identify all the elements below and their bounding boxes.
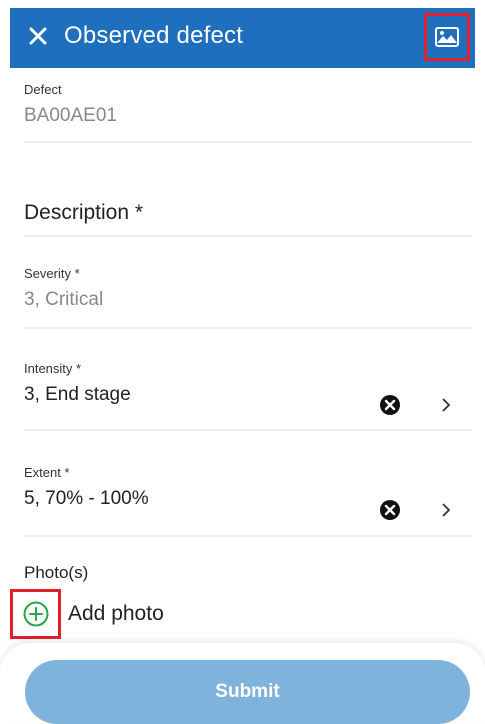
severity-value: 3, Critical (24, 289, 104, 310)
extent-label: Extent * (24, 465, 70, 480)
defect-label: Defect (24, 82, 62, 97)
severity-label: Severity * (24, 266, 80, 281)
intensity-value: 3, End stage (24, 384, 131, 405)
defect-field: Defect BA00AE01 (24, 82, 472, 127)
divider (24, 429, 472, 431)
divider (24, 327, 472, 329)
image-icon (435, 27, 459, 47)
page-title: Observed defect (64, 22, 244, 49)
divider (24, 235, 472, 237)
image-button[interactable] (424, 13, 470, 61)
app-header: Observed defect (10, 8, 475, 68)
add-circle-icon (23, 601, 48, 627)
description-field[interactable]: Description * (24, 201, 143, 225)
divider (24, 535, 472, 537)
intensity-label: Intensity * (24, 361, 82, 376)
add-photo-label[interactable]: Add photo (68, 602, 164, 626)
chevron-right-icon[interactable] (439, 396, 453, 414)
submit-button[interactable]: Submit (25, 660, 470, 724)
close-icon[interactable] (27, 25, 49, 47)
defect-value: BA00AE01 (24, 105, 117, 126)
extent-value: 5, 70% - 100% (24, 488, 149, 509)
chevron-right-icon[interactable] (439, 501, 453, 519)
intensity-field[interactable]: Intensity * 3, End stage (24, 361, 472, 406)
divider (24, 141, 472, 143)
severity-field: Severity * 3, Critical (24, 266, 472, 311)
add-photo-button[interactable] (10, 589, 61, 639)
photos-label: Photo(s) (24, 563, 89, 582)
extent-field[interactable]: Extent * 5, 70% - 100% (24, 465, 472, 510)
clear-intensity-icon[interactable] (379, 394, 401, 416)
clear-extent-icon[interactable] (379, 499, 401, 521)
